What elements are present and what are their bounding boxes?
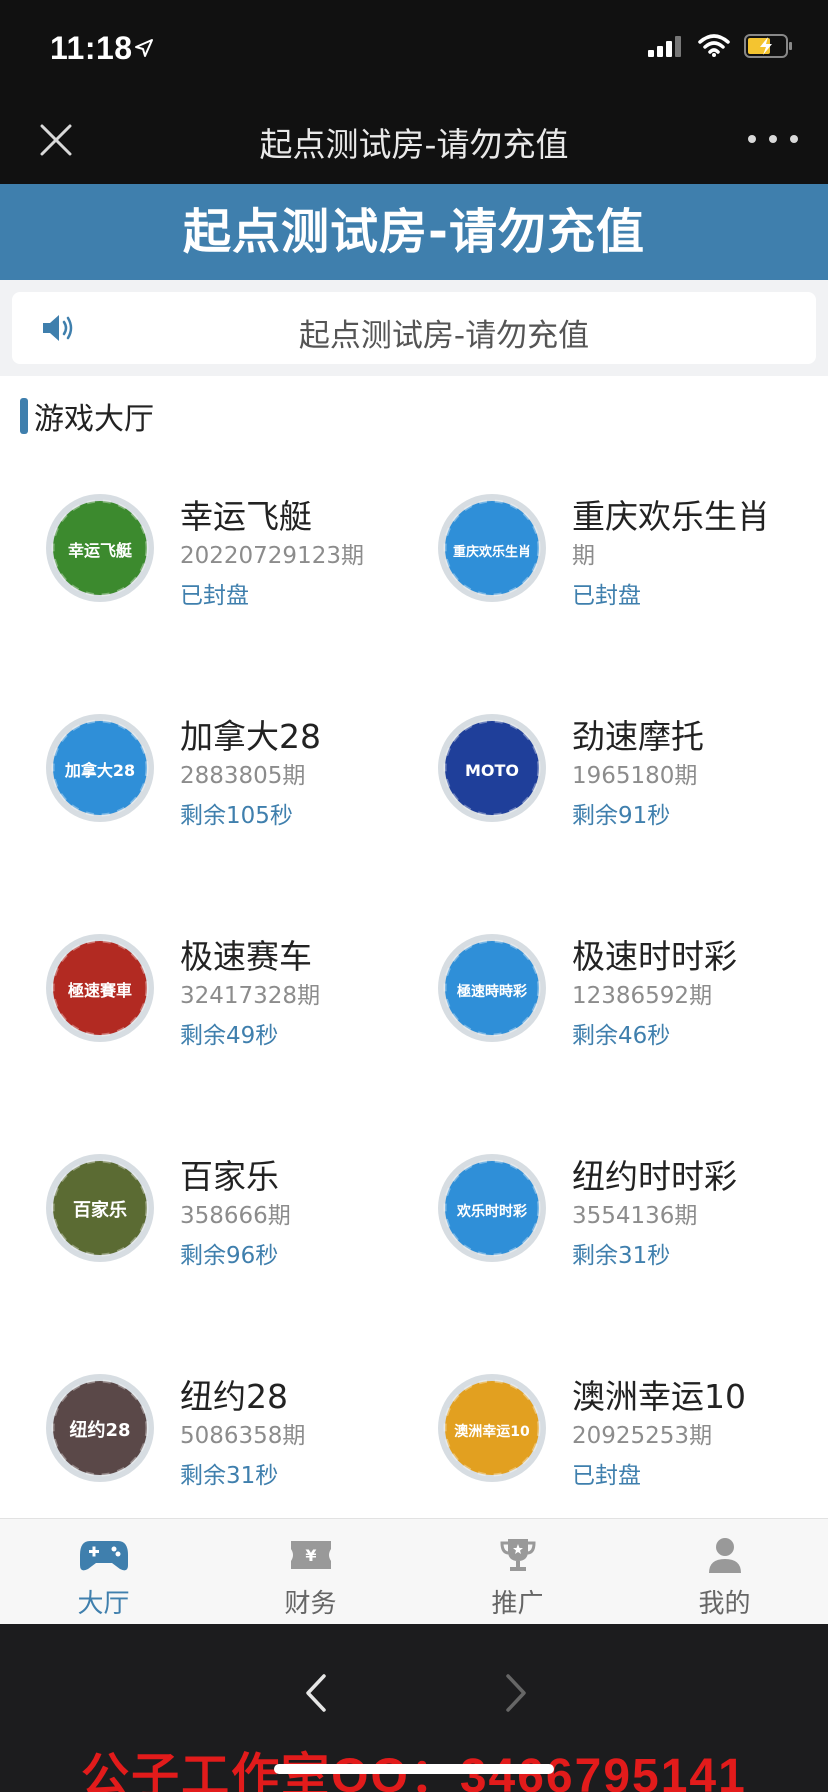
game-status: 剩余31秒 [180,1463,279,1489]
game-name: 澳洲幸运10 [572,1377,746,1416]
section-title: 游戏大厅 [20,398,154,437]
svg-text:極速賽車: 極速賽車 [67,981,132,1000]
game-status: 剩余49秒 [180,1023,279,1049]
game-card[interactable]: MOTO 劲速摩托 1965180期 剩余91秒 [394,690,786,880]
game-card[interactable]: 纽约28 纽约28 5086358期 剩余31秒 [2,1350,394,1540]
game-card[interactable]: 極速時時彩 极速时时彩 12386592期 剩余46秒 [394,910,786,1100]
speaker-icon [43,315,73,341]
svg-text:¥: ¥ [305,1546,316,1565]
game-status: 已封盘 [572,1463,641,1489]
user-icon [708,1538,741,1573]
game-name: 百家乐 [180,1157,279,1196]
tab-lobby[interactable]: 大厅 [0,1519,207,1624]
trophy-icon [499,1539,536,1571]
game-period: 20925253期 [572,1423,713,1449]
game-status: 剩余46秒 [572,1023,671,1049]
status-indicators [648,34,794,58]
gamepad-icon [79,1541,128,1571]
game-period: 32417328期 [180,983,321,1009]
tab-label: 财务 [284,1589,337,1619]
game-logo-icon: 纽约28 [46,1374,154,1482]
bottom-tab-bar: 大厅 ¥ 财务 推广 我的 [0,1518,828,1624]
game-logo-icon: 百家乐 [46,1154,154,1262]
game-logo-icon: 澳洲幸运10 [438,1374,546,1482]
game-logo-icon: 極速時時彩 [438,934,546,1042]
svg-text:澳洲幸运10: 澳洲幸运10 [454,1423,530,1440]
svg-text:加拿大28: 加拿大28 [64,761,135,780]
game-card[interactable]: 幸运飞艇 幸运飞艇 20220729123期 已封盘 [2,470,394,660]
svg-text:百家乐: 百家乐 [73,1199,127,1221]
game-card[interactable]: 澳洲幸运10 澳洲幸运10 20925253期 已封盘 [394,1350,786,1540]
notice-section: 起点测试房-请勿充值 [0,280,828,376]
forward-arrow-icon[interactable] [496,1668,536,1718]
game-card[interactable]: 重庆欢乐生肖 重庆欢乐生肖 期 已封盘 [394,470,786,660]
tab-promotion[interactable]: 推广 [414,1519,621,1624]
yen-ticket-icon: ¥ [290,1541,331,1569]
game-period: 1965180期 [572,763,698,789]
game-status: 剩余31秒 [572,1243,671,1269]
game-name: 纽约时时彩 [572,1157,737,1196]
game-logo-icon: 幸运飞艇 [46,494,154,602]
game-period: 20220729123期 [180,543,364,569]
section-accent-bar [20,398,28,434]
svg-text:幸运飞艇: 幸运飞艇 [68,541,133,560]
svg-text:纽约28: 纽约28 [69,1419,130,1441]
game-logo-icon: 重庆欢乐生肖 [438,494,546,602]
game-name: 极速赛车 [180,937,312,976]
svg-text:欢乐时时彩: 欢乐时时彩 [456,1203,527,1220]
game-status: 已封盘 [572,583,641,609]
game-period: 5086358期 [180,1423,306,1449]
browser-toolbar: 公子工作室QQ：3466795141 [0,1624,828,1792]
tab-finance[interactable]: ¥ 财务 [207,1519,414,1624]
tab-label: 大厅 [77,1589,130,1619]
game-card[interactable]: 加拿大28 加拿大28 2883805期 剩余105秒 [2,690,394,880]
wechat-nav-bar: 起点测试房-请勿充值 [0,92,828,184]
tab-mine[interactable]: 我的 [621,1519,828,1624]
signal-icon [648,36,681,57]
status-time: 11:18 [50,30,133,66]
game-logo-icon: 加拿大28 [46,714,154,822]
status-bar: 11:18 [0,0,828,92]
section-title-text: 游戏大厅 [34,402,154,437]
game-name: 加拿大28 [180,717,321,756]
tab-label: 我的 [698,1589,751,1619]
back-arrow-icon[interactable] [296,1668,336,1718]
notice-text: 起点测试房-请勿充值 [298,318,590,354]
game-period: 12386592期 [572,983,713,1009]
close-icon[interactable] [36,120,76,160]
game-name: 重庆欢乐生肖 [572,497,770,536]
game-period: 358666期 [180,1203,291,1229]
nav-title: 起点测试房-请勿充值 [259,125,569,164]
game-status: 已封盘 [180,583,249,609]
game-period: 3554136期 [572,1203,698,1229]
game-name: 幸运飞艇 [180,497,312,536]
game-status: 剩余105秒 [180,803,293,829]
game-card[interactable]: 極速賽車 极速赛车 32417328期 剩余49秒 [2,910,394,1100]
battery-charging-icon [744,34,792,58]
svg-text:MOTO: MOTO [465,761,519,780]
more-options-icon[interactable] [748,122,798,156]
svg-text:極速時時彩: 極速時時彩 [457,983,527,1000]
game-card[interactable]: 百家乐 百家乐 358666期 剩余96秒 [2,1130,394,1320]
game-status: 剩余91秒 [572,803,671,829]
game-name: 劲速摩托 [572,717,704,756]
tab-label: 推广 [491,1589,544,1619]
game-name: 极速时时彩 [572,937,737,976]
game-period: 期 [572,543,595,569]
notice-bar[interactable]: 起点测试房-请勿充值 [12,292,816,364]
game-name: 纽约28 [180,1377,288,1416]
page-title: 起点测试房-请勿充值 [0,184,828,280]
game-logo-icon: 極速賽車 [46,934,154,1042]
game-period: 2883805期 [180,763,306,789]
home-indicator[interactable] [274,1764,554,1774]
svg-text:重庆欢乐生肖: 重庆欢乐生肖 [453,544,531,560]
game-logo-icon: 欢乐时时彩 [438,1154,546,1262]
location-arrow-icon [135,39,153,57]
game-status: 剩余96秒 [180,1243,279,1269]
wifi-icon [698,34,730,57]
game-logo-icon: MOTO [438,714,546,822]
game-card[interactable]: 欢乐时时彩 纽约时时彩 3554136期 剩余31秒 [394,1130,786,1320]
